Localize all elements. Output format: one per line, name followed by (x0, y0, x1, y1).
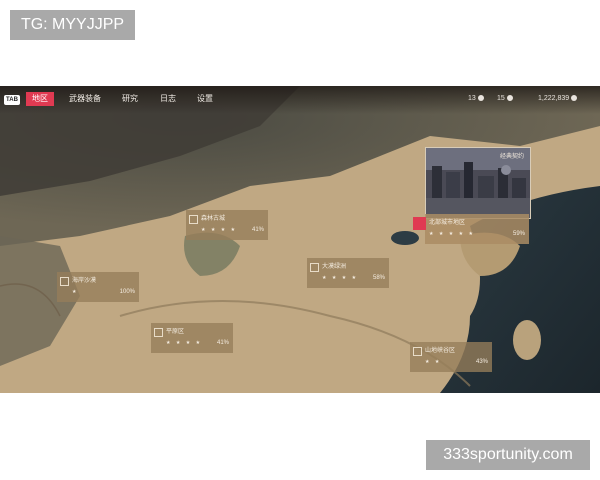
region-stars: ★ (72, 289, 79, 295)
region-progress: 41% (251, 227, 264, 233)
region-stars: ★ ★ ★ ★ (166, 340, 203, 346)
region-progress: 58% (372, 275, 385, 281)
region-marker-icon (413, 347, 422, 356)
region-name: 山地峡谷区 (425, 348, 456, 354)
top-hud: TAB 地区 武器装备 研究 日志 设置 13 15 1,222,839 (0, 86, 600, 114)
region-mountain-canyon[interactable]: 山地峡谷区 ★ ★ 43% (410, 342, 492, 372)
region-stars: ★ ★ (425, 359, 442, 365)
nav-tab-research[interactable]: 研究 (118, 92, 142, 106)
region-coastal-desert[interactable]: 海岸沙漠 ★ 100% (57, 272, 139, 302)
region-marker-icon (154, 328, 163, 337)
region-name: 平原区 (166, 329, 185, 335)
resource-fuel: 13 (468, 94, 484, 104)
region-name: 北部城市地区 (429, 220, 466, 226)
region-progress: 43% (475, 359, 488, 365)
region-marker-icon (189, 215, 198, 224)
region-forest-city[interactable]: 森林古城 ★ ★ ★ ★ 41% (186, 210, 268, 240)
region-stars: ★ ★ ★ ★ ★ (429, 231, 475, 237)
region-northern-city[interactable]: 北部城市地区 ★ ★ ★ ★ ★ 59% (413, 214, 529, 244)
region-plains[interactable]: 平原区 ★ ★ ★ ★ 41% (151, 323, 233, 353)
resource-intel-value: 15 (497, 95, 505, 102)
city-preview-card[interactable]: 经典契约 (425, 147, 531, 219)
watermark-top: TG: MYYJJPP (10, 10, 135, 40)
fuel-icon (477, 95, 484, 102)
tab-key-hint: TAB (4, 95, 20, 105)
region-stars: ★ ★ ★ ★ (201, 227, 238, 233)
game-map-view[interactable]: TAB 地区 武器装备 研究 日志 设置 13 15 1,222,839 经典契 (0, 86, 600, 393)
resource-currency-value: 1,222,839 (538, 95, 570, 102)
region-progress: 41% (216, 340, 229, 346)
nav-tab-region[interactable]: 地区 (26, 92, 54, 106)
nav-tab-log[interactable]: 日志 (156, 92, 180, 106)
region-progress: 100% (119, 289, 135, 295)
region-name: 大漠绿洲 (322, 264, 347, 270)
watermark-bottom: 333sportunity.com (426, 440, 590, 470)
region-marker-icon (60, 277, 69, 286)
region-selected-marker-icon (413, 217, 426, 230)
region-name: 森林古城 (201, 216, 226, 222)
nav-tab-weapons[interactable]: 武器装备 (66, 92, 104, 106)
resource-fuel-value: 13 (468, 95, 476, 102)
city-card-title: 经典契约 (499, 154, 524, 160)
region-name: 海岸沙漠 (72, 278, 97, 284)
region-progress: 59% (512, 231, 525, 237)
region-desert-oasis[interactable]: 大漠绿洲 ★ ★ ★ ★ 58% (307, 258, 389, 288)
intel-icon (506, 95, 513, 102)
resource-currency: 1,222,839 (538, 94, 578, 104)
region-marker-icon (310, 263, 319, 272)
resource-intel: 15 (497, 94, 513, 104)
currency-icon (571, 95, 578, 102)
nav-tab-settings[interactable]: 设置 (193, 92, 217, 106)
region-stars: ★ ★ ★ ★ (322, 275, 359, 281)
